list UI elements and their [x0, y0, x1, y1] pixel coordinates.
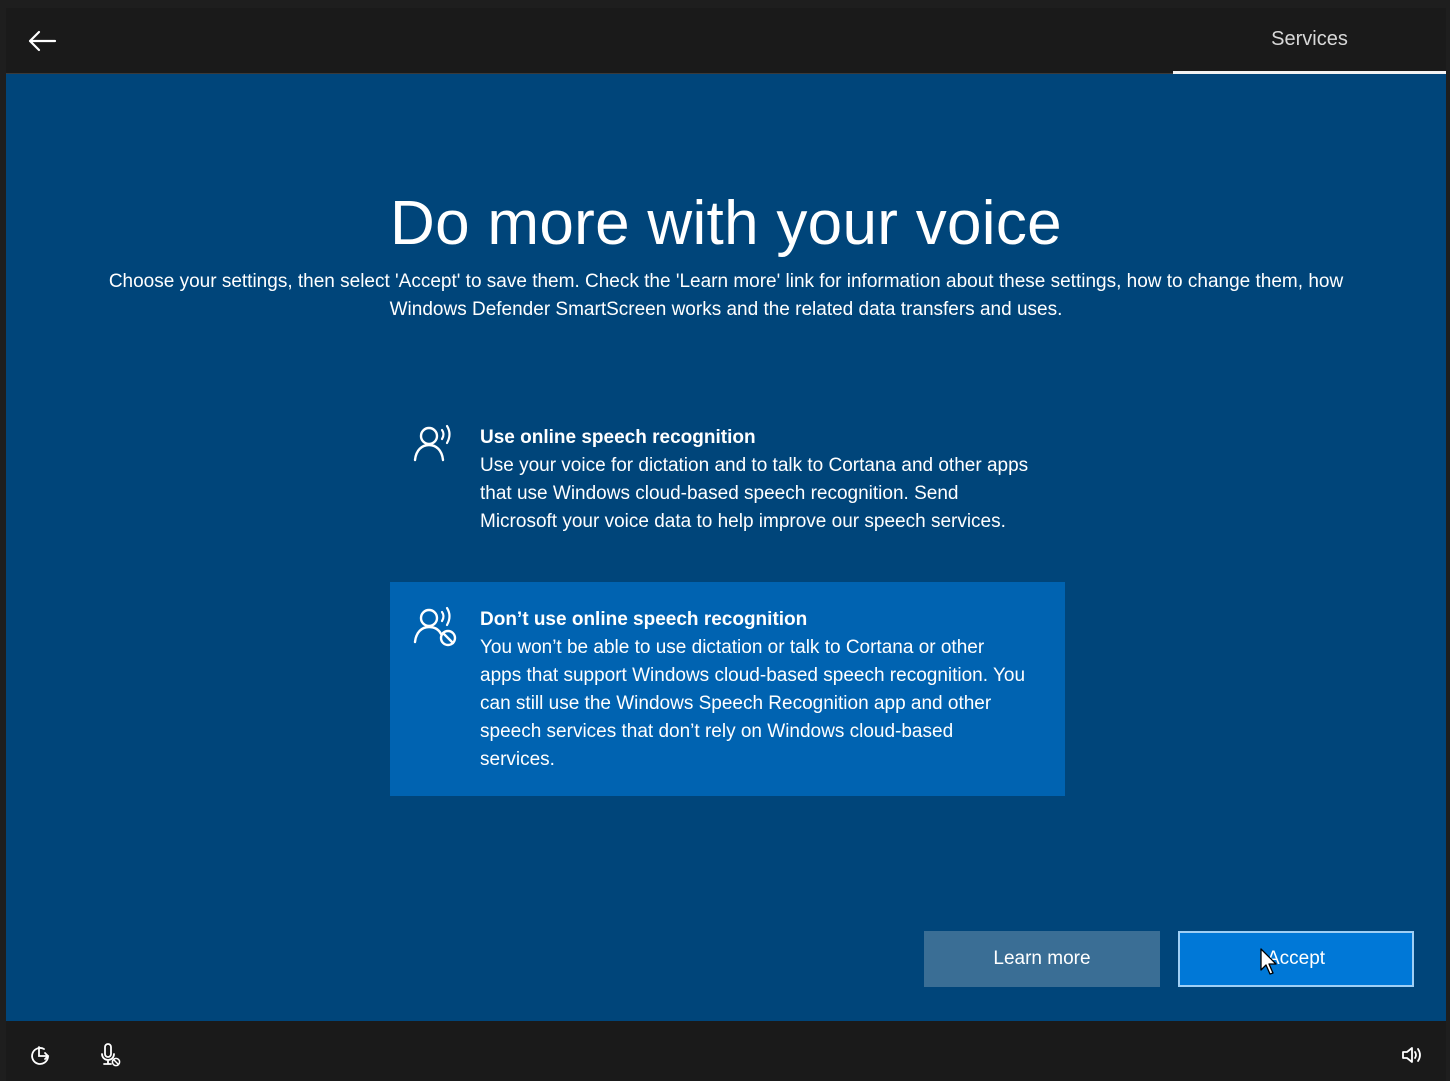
page-title: Do more with your voice [390, 189, 1062, 258]
oobe-window: Services Do more with your voice Choose … [6, 8, 1446, 1081]
volume-icon[interactable] [1398, 1041, 1426, 1069]
option-description: Use your voice for dictation and to talk… [480, 455, 1029, 532]
accept-button[interactable]: Accept [1178, 931, 1414, 987]
microphone-icon[interactable] [96, 1041, 124, 1069]
top-bar: Services [6, 8, 1446, 74]
option-title: Use online speech recognition [480, 427, 756, 448]
mouse-cursor-icon [1260, 948, 1277, 975]
option-use-online-speech[interactable]: Use online speech recognition Use your v… [390, 410, 1065, 572]
learn-more-button[interactable]: Learn more [924, 931, 1160, 987]
bottom-bar [6, 1021, 1446, 1081]
page-subtitle: Choose your settings, then select 'Accep… [108, 271, 1344, 320]
option-dont-use-online-speech[interactable]: Don’t use online speech recognition You … [390, 582, 1065, 796]
option-description: You won’t be able to use dictation or ta… [480, 637, 1026, 770]
ease-of-access-icon[interactable] [26, 1041, 54, 1069]
back-button[interactable] [22, 24, 62, 58]
option-title: Don’t use online speech recognition [480, 609, 808, 630]
back-arrow-icon [28, 30, 57, 52]
speech-recognition-off-icon [390, 582, 480, 796]
tab-services: Services [1173, 8, 1446, 74]
speech-recognition-icon [390, 410, 480, 572]
